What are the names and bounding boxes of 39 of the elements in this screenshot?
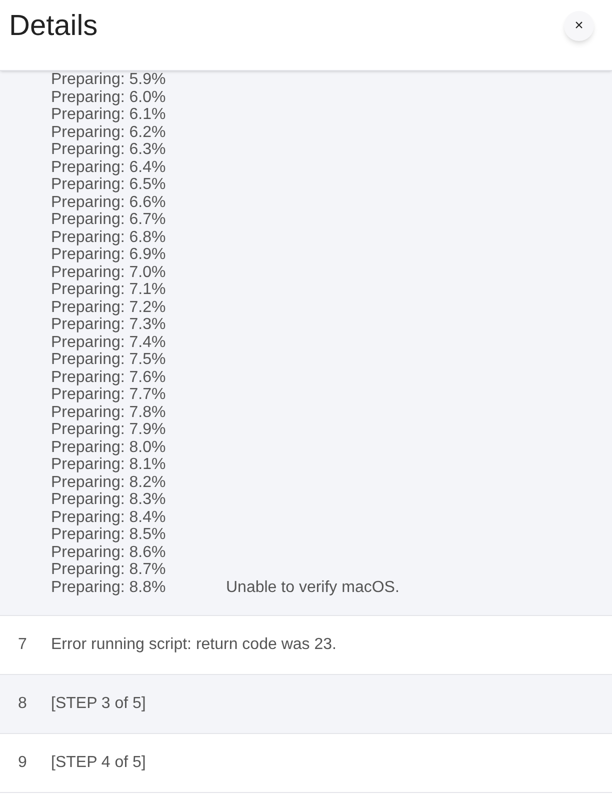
log-line: Preparing: 7.6% (51, 368, 167, 386)
log-line: Preparing: 7.4% (51, 334, 167, 351)
log-line: Preparing: 8.7% (51, 561, 167, 578)
log-line: Preparing: 6.4% (51, 158, 167, 176)
log-line: Preparing: 6.5% (51, 176, 167, 194)
log-line: Preparing: 8.0% (51, 438, 167, 456)
log-line: [STEP 4 of 5] (51, 753, 146, 773)
log-line: Preparing: 7.0% (51, 264, 167, 281)
log-line: Preparing: 8.6% (51, 544, 167, 561)
log-line: Preparing: 8.2% (51, 474, 167, 491)
line-number: 8 (17, 694, 28, 714)
log-line: [STEP 3 of 5] (51, 694, 146, 714)
log-line: Preparing: 8.5% (51, 526, 167, 544)
log-line: Preparing: 5.9% (51, 71, 167, 88)
log-line: Preparing: 6.9% (51, 246, 167, 264)
log-message: Unable to verify macOS. (226, 578, 400, 596)
log-line: Preparing: 7.5% (51, 351, 167, 368)
log-line: Preparing: 7.8% (51, 404, 167, 421)
line-number: 7 (17, 635, 28, 655)
dialog-title: Details (9, 9, 98, 44)
log-line: Preparing: 7.7% (51, 386, 167, 404)
log-line: Preparing: 6.6% (51, 194, 167, 211)
log-line: Error running script: return code was 23. (51, 635, 336, 655)
log-line: Preparing: 7.9% (51, 421, 167, 438)
log-line: Preparing: 6.0% (51, 88, 167, 106)
log-line: Preparing: 6.1% (51, 106, 167, 124)
log-line: Preparing: 6.7% (51, 211, 167, 228)
log-line: Preparing: 8.8% (51, 578, 167, 596)
log-line: Preparing: 8.3% (51, 491, 167, 508)
line-number: 9 (17, 753, 28, 773)
log-line: Preparing: 6.2% (51, 124, 167, 141)
close-button[interactable]: × (564, 11, 594, 41)
log-line: Preparing: 8.4% (51, 508, 167, 526)
log-line: Preparing: 8.1% (51, 456, 167, 474)
log-line: Preparing: 7.3% (51, 316, 167, 334)
log-line: Preparing: 7.1% (51, 281, 167, 298)
log-line: Preparing: 7.2% (51, 298, 167, 316)
log-line: Preparing: 6.8% (51, 228, 167, 246)
log-line: Preparing: 6.3% (51, 141, 167, 158)
